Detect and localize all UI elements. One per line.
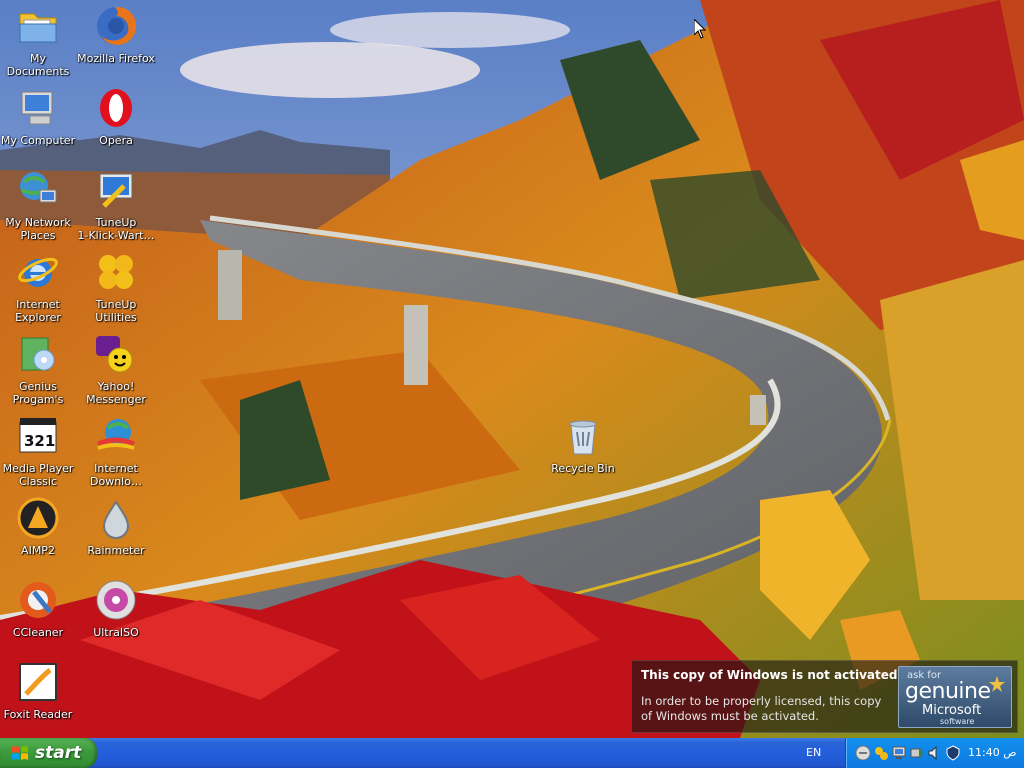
ultraiso-icon: [92, 576, 140, 624]
genuine-microsoft-badge[interactable]: ask for genuine Microsoft software: [898, 666, 1012, 728]
desktop-icon-network-places[interactable]: My Network Places: [0, 166, 77, 242]
firefox-icon: [92, 2, 140, 50]
desktop-icon-firefox[interactable]: Mozilla Firefox: [77, 2, 155, 65]
desktop-icon-foxit-reader[interactable]: Foxit Reader: [0, 658, 77, 721]
genuine-badge-microsoft: Microsoft: [922, 703, 982, 718]
desktop-icon-genius-programs[interactable]: Genius Progam's: [0, 330, 77, 406]
desktop-icon-opera[interactable]: Opera: [77, 84, 155, 147]
windows-flag-icon: [12, 746, 28, 760]
messenger-tray-icon[interactable]: [855, 745, 871, 761]
genius-programs-icon: [14, 330, 62, 378]
ccleaner-icon: [14, 576, 62, 624]
internet-explorer-icon: [14, 248, 62, 296]
activation-body: In order to be properly licensed, this c…: [641, 694, 882, 723]
tuneup-maintenance-icon: [92, 166, 140, 214]
yahoo-messenger-icon: [92, 330, 140, 378]
genuine-badge-software: software: [940, 717, 975, 726]
shield-tray-icon[interactable]: [945, 745, 961, 761]
desktop-icon-recycle-bin[interactable]: Recycle Bin: [544, 412, 622, 475]
taskbar: start EN 11:40 ص: [0, 738, 1024, 768]
recycle-bin-icon: [559, 412, 607, 460]
start-button[interactable]: start: [0, 738, 97, 768]
opera-icon: [92, 84, 140, 132]
system-tray: 11:40 ص: [845, 738, 1024, 768]
start-label: start: [35, 743, 82, 763]
genuine-star-icon: [989, 676, 1005, 692]
desktop-icon-rainmeter[interactable]: Rainmeter: [77, 494, 155, 557]
taskbar-clock[interactable]: 11:40 ص: [968, 746, 1017, 759]
desktop-icon-tuneup-1-klick[interactable]: TuneUp 1-Klick-Wart…: [77, 166, 155, 242]
desktop-icon-tuneup-utilities[interactable]: TuneUp Utilities: [77, 248, 155, 324]
media-player-classic-icon: 321: [14, 412, 62, 460]
rainmeter-icon: [92, 494, 140, 542]
language-indicator[interactable]: EN: [806, 746, 821, 759]
idm-tray-icon[interactable]: [873, 745, 889, 761]
desktop-icon-ultraiso[interactable]: UltraISO: [77, 576, 155, 639]
desktop-icon-my-documents[interactable]: My Documents: [0, 2, 77, 78]
internet-download-manager-icon: [92, 412, 140, 460]
safely-remove-tray-icon[interactable]: [909, 745, 925, 761]
desktop-icon-internet-download-manager[interactable]: Internet Downlo…: [77, 412, 155, 488]
network-places-icon: [14, 166, 62, 214]
volume-tray-icon[interactable]: [927, 745, 943, 761]
desktop-icon-yahoo-messenger[interactable]: Yahoo! Messenger: [77, 330, 155, 406]
mouse-cursor-icon: [694, 19, 706, 39]
desktop-icon-my-computer[interactable]: My Computer: [0, 84, 77, 147]
desktop-icon-media-player-classic[interactable]: 321 Media Player Classic: [0, 412, 77, 488]
desktop-icon-aimp2[interactable]: AIMP2: [0, 494, 77, 557]
computer-icon: [14, 84, 62, 132]
aimp2-icon: [14, 494, 62, 542]
genuine-badge-genuine: genuine: [905, 679, 991, 704]
network-tray-icon[interactable]: [891, 745, 907, 761]
folder-documents-icon: [14, 2, 62, 50]
activation-title: This copy of Windows is not activated.: [641, 668, 903, 682]
tuneup-utilities-icon: [92, 248, 140, 296]
desktop-icon-internet-explorer[interactable]: Internet Explorer: [0, 248, 77, 324]
foxit-reader-icon: [14, 658, 62, 706]
svg-text:321: 321: [24, 432, 55, 450]
desktop-icon-ccleaner[interactable]: CCleaner: [0, 576, 77, 639]
activation-notice[interactable]: This copy of Windows is not activated. I…: [631, 660, 1018, 733]
